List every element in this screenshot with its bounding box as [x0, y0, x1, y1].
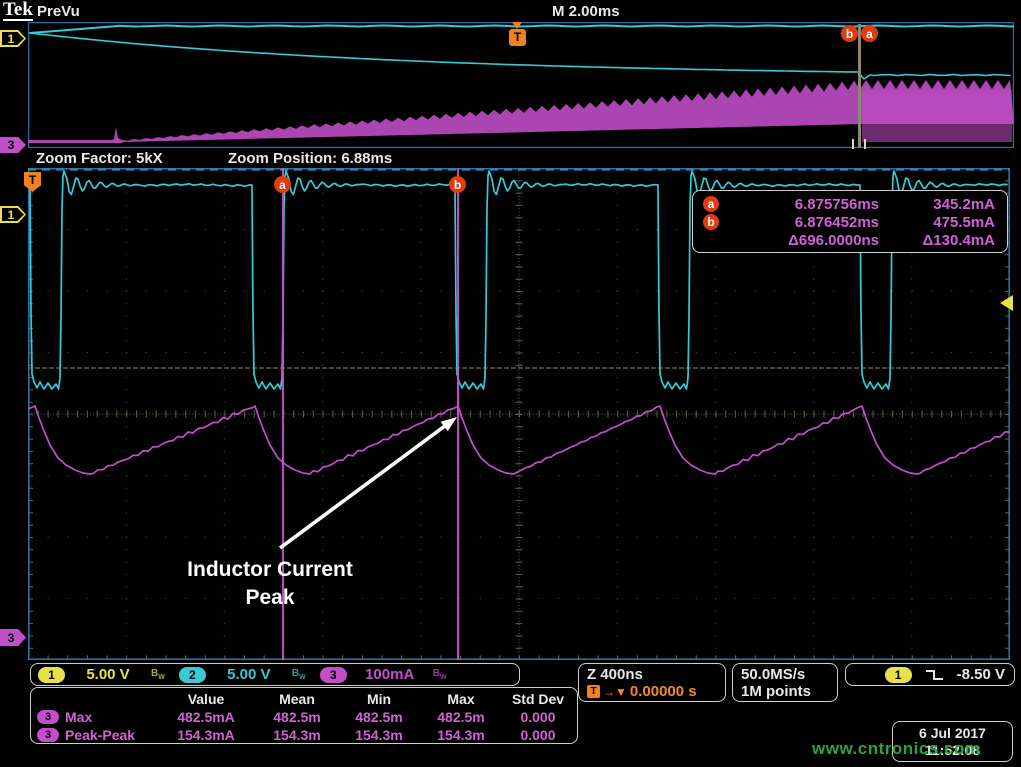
acquisition-box[interactable]: 50.0MS/s 1M points [732, 663, 838, 702]
cursor-b-badge: b [703, 214, 719, 230]
meas-header-value: Value [157, 691, 255, 707]
zoom-position-line[interactable] [858, 24, 861, 148]
ch1-bandwidth-icon: BW [151, 668, 165, 681]
trigger-source-badge: 1 [885, 667, 912, 683]
trigger-level-arrow-icon[interactable] [1000, 295, 1013, 311]
meas-cell: 482.5m [339, 709, 419, 725]
ch2-badge[interactable]: 2 [179, 667, 206, 683]
meas-cell: 154.3m [419, 727, 503, 743]
meas-cell: 0.000 [503, 709, 573, 725]
meas-cell: 482.5m [419, 709, 503, 725]
main-ch3-marker[interactable]: 3 [0, 629, 26, 646]
meas-name: Max [65, 709, 92, 725]
trigger-settings-box[interactable]: 1 -8.50 V [845, 663, 1015, 686]
record-length: 1M points [741, 683, 829, 700]
zoom-position-label: Zoom Position: 6.88ms [228, 150, 392, 167]
cursor-delta-row: Δ696.0000ns Δ130.4mA [693, 231, 1007, 249]
overview-cursor-a-marker[interactable]: a [861, 25, 878, 42]
zoom-window-bracket-icon [852, 139, 866, 149]
trigger-position-flag[interactable]: T [509, 29, 526, 46]
ch2-bandwidth-icon: BW [292, 668, 306, 681]
falling-edge-icon [925, 668, 944, 682]
ch1-badge[interactable]: 1 [38, 667, 65, 683]
oscilloscope-screen: Tek PreVu M 2.00ms 1 3 T b a Zoom Factor… [0, 0, 1021, 767]
trigger-position-icon[interactable] [511, 21, 523, 29]
meas-cell: 154.3mA [157, 727, 255, 743]
zoom-scale: Z 400ns [587, 666, 717, 683]
trigger-level: -8.50 V [957, 666, 1005, 683]
annotation-line1: Inductor Current [135, 556, 405, 584]
timebase-readout[interactable]: M 2.00ms [552, 3, 620, 20]
cursor-readout-box: a 6.875756ms 345.2mA b 6.876452ms 475.5m… [692, 190, 1008, 253]
cursor-b-time: 6.876452ms [727, 214, 879, 231]
meas-name: Peak-Peak [65, 727, 135, 743]
cursor-b-row: b 6.876452ms 475.5mA [693, 213, 1007, 231]
trigger-arrow-icon: →▼ [603, 685, 627, 699]
ch3-bandwidth-icon: BW [433, 668, 447, 681]
meas-cell: 482.5mA [157, 709, 255, 725]
cursor-delta-row: 475.5mA [887, 214, 995, 231]
annotation-label: Inductor Current Peak [135, 556, 405, 612]
cursor-a-marker[interactable]: a [274, 176, 291, 193]
meas-cell: 0.000 [503, 727, 573, 743]
delta-time: Δ696.0000ns [727, 232, 879, 249]
meas-cell: 154.3m [339, 727, 419, 743]
sample-rate: 50.0MS/s [741, 666, 829, 683]
meas-source-badge: 3 [37, 710, 59, 724]
top-bar: Tek PreVu M 2.00ms [0, 0, 1021, 22]
channel-scales-box[interactable]: 1 5.00 V BW 2 5.00 V BW 3 100mA BW [30, 663, 520, 686]
overview-cursor-b-marker[interactable]: b [841, 25, 858, 42]
acquisition-status: PreVu [37, 3, 80, 20]
overview-ch3-marker[interactable]: 3 [0, 137, 26, 153]
horizontal-settings-box[interactable]: Z 400ns T →▼ 0.00000 s [578, 663, 726, 702]
cursor-a-badge: a [703, 196, 719, 212]
meas-header-stddev: Std Dev [503, 691, 573, 707]
main-ch1-marker[interactable]: 1 [0, 206, 26, 223]
tek-logo: Tek [3, 1, 33, 21]
watermark: www.cntronics.com [812, 739, 980, 759]
delta-value: Δ130.4mA [887, 232, 995, 249]
meas-cell: 154.3m [255, 727, 339, 743]
measurements-box: Value Mean Min Max Std Dev 3 Max 482.5mA… [30, 687, 578, 744]
zoom-bar: Zoom Factor: 5kX Zoom Position: 6.88ms [28, 148, 1014, 168]
meas-header-max: Max [419, 691, 503, 707]
cursor-a-value: 345.2mA [887, 196, 995, 213]
ch1-scale: 5.00 V [79, 666, 137, 683]
trigger-position-value: 0.00000 s [630, 683, 697, 700]
ch3-scale: 100mA [361, 666, 419, 683]
ch2-scale: 5.00 V [220, 666, 278, 683]
ch3-badge[interactable]: 3 [320, 667, 347, 683]
meas-source-badge: 3 [37, 728, 59, 742]
measurements-header-row: Value Mean Min Max Std Dev [31, 690, 577, 708]
meas-cell: 482.5m [255, 709, 339, 725]
measurement-row-peakpeak: 3 Peak-Peak 154.3mA 154.3m 154.3m 154.3m… [31, 726, 577, 744]
cursor-a-row: a 6.875756ms 345.2mA [693, 195, 1007, 213]
cursor-b-marker[interactable]: b [449, 176, 466, 193]
cursor-a-time: 6.875756ms [727, 196, 879, 213]
overview-ch1-marker[interactable]: 1 [0, 30, 26, 47]
meas-header-mean: Mean [255, 691, 339, 707]
trigger-t-icon: T [587, 685, 600, 698]
zoom-factor-label: Zoom Factor: 5kX [36, 150, 163, 167]
measurement-row-max: 3 Max 482.5mA 482.5m 482.5m 482.5m 0.000 [31, 708, 577, 726]
meas-header-min: Min [339, 691, 419, 707]
annotation-line2: Peak [135, 584, 405, 612]
